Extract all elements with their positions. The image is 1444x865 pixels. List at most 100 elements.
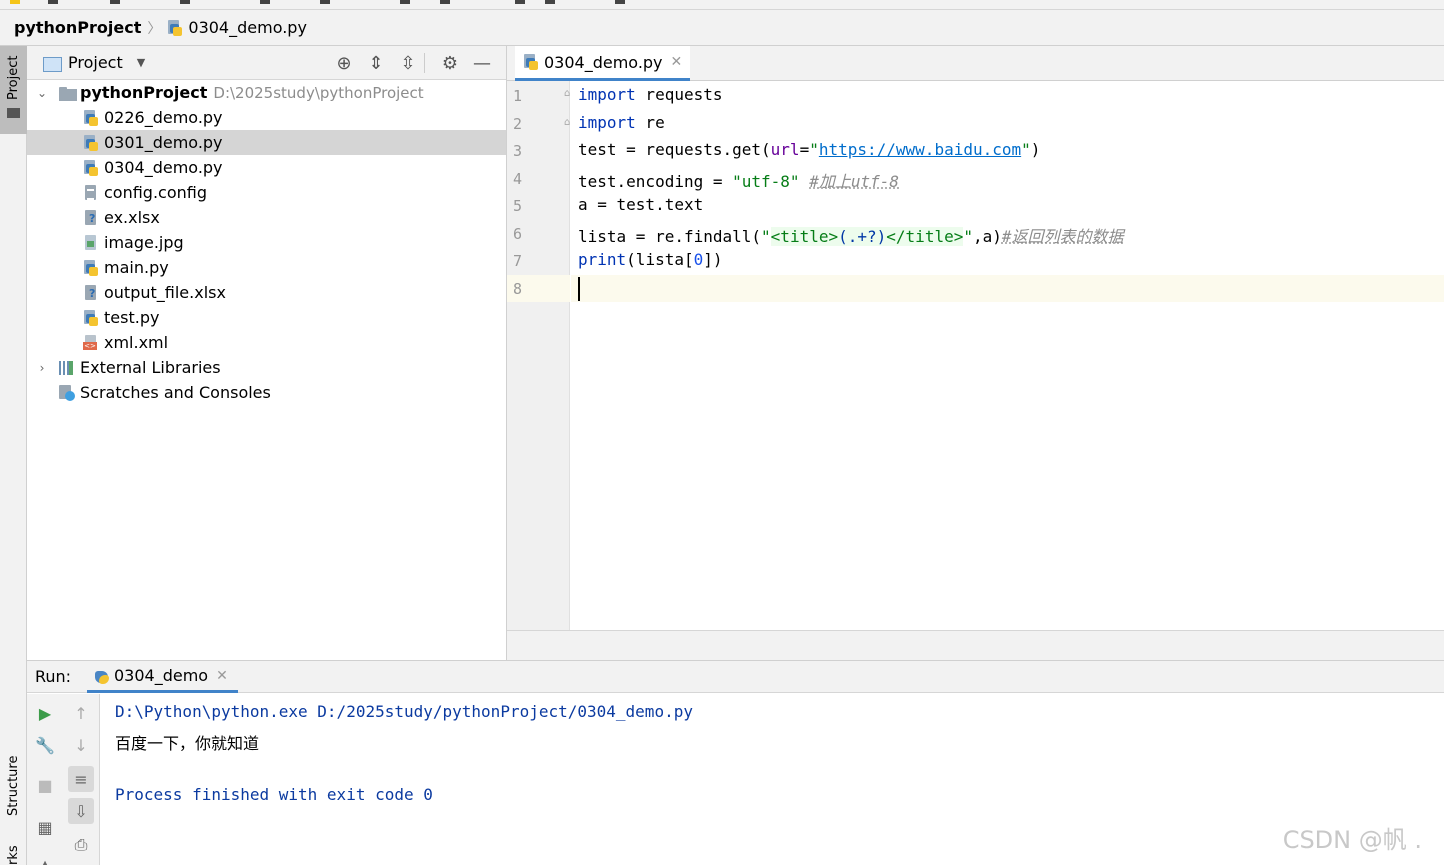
console-line: 百度一下，你就知道 <box>115 734 260 753</box>
project-tool-tab[interactable]: Project <box>0 46 27 134</box>
line-number: 6 <box>513 225 523 243</box>
chevron-down-icon: ▼ <box>136 56 146 69</box>
run-toolbar-primary: ▶ 🔧 ■ ▦ ▲ <box>27 694 63 865</box>
tree-scratches[interactable]: Scratches and Consoles <box>27 380 506 405</box>
stop-icon[interactable]: ■ <box>32 772 58 798</box>
tree-file-label: config.config <box>104 183 208 202</box>
layout-icon[interactable]: ▦ <box>32 814 58 840</box>
locate-file-icon[interactable]: ⊕ <box>328 53 360 74</box>
soft-wrap-icon[interactable]: ≡ <box>68 766 94 792</box>
tree-file-label: 0226_demo.py <box>104 108 223 127</box>
structure-tool-label: Structure <box>6 755 21 816</box>
line-number: 8 <box>513 280 523 298</box>
folder-icon <box>59 85 77 101</box>
scratches-label: Scratches and Consoles <box>80 383 271 402</box>
breadcrumb-file[interactable]: 0304_demo.py <box>167 18 307 37</box>
tree-file-row[interactable]: output_file.xlsx <box>27 280 506 305</box>
tree-file-label: xml.xml <box>104 333 169 352</box>
tree-file-label: test.py <box>104 308 160 327</box>
code-line-6: lista = re.findall("<title>(.+?)</title>… <box>578 227 1124 246</box>
expand-all-icon[interactable]: ⇕ <box>360 53 392 74</box>
code-url-link[interactable]: https://www.baidu.com <box>819 140 1021 159</box>
line-number: 7 <box>513 252 523 270</box>
code-line-5: a = test.text <box>578 195 704 214</box>
text-caret <box>578 277 580 301</box>
gear-icon[interactable]: ⚙ <box>434 53 466 74</box>
python-file-icon <box>83 309 99 326</box>
pin-icon[interactable]: ▲ <box>32 852 58 865</box>
code-line-7: print(lista[0]) <box>578 250 723 269</box>
tree-file-row[interactable]: 0304_demo.py <box>27 155 506 180</box>
run-toolbar-secondary: ↑ ↓ ≡ ⇩ ⎙ <box>63 694 100 865</box>
python-file-icon <box>83 159 99 176</box>
tree-file-row[interactable]: 0226_demo.py <box>27 105 506 130</box>
tree-file-label: 0301_demo.py <box>104 133 223 152</box>
collapse-all-icon[interactable]: ⇳ <box>392 53 424 74</box>
python-file-icon <box>83 109 99 126</box>
folder-icon <box>7 108 20 118</box>
chevron-down-icon[interactable]: ⌄ <box>35 86 49 100</box>
hide-icon[interactable]: — <box>466 53 498 74</box>
tree-root-row[interactable]: ⌄ pythonProject D:\2025study\pythonProje… <box>27 80 506 105</box>
breadcrumb-file-label: 0304_demo.py <box>188 18 307 37</box>
fold-marker-icon[interactable]: ⌂ <box>564 88 570 99</box>
editor-tab-0304-demo[interactable]: 0304_demo.py ✕ <box>515 46 691 81</box>
image-file-icon <box>83 234 99 251</box>
toolbar-divider <box>424 53 434 73</box>
tree-root-name: pythonProject <box>80 83 208 102</box>
left-tool-strip: Project Structure rks <box>0 46 27 865</box>
project-panel-title: Project <box>68 53 123 72</box>
code-line-3: test = requests.get(url="https://www.bai… <box>578 140 1041 159</box>
project-panel-header: Project ▼ ⊕ ⇕ ⇳ ⚙ — <box>27 46 506 80</box>
run-panel-header: Run: 0304_demo ✕ <box>27 661 1444 693</box>
tree-file-row[interactable]: xml.xml <box>27 330 506 355</box>
tree-file-row[interactable]: config.config <box>27 180 506 205</box>
bookmarks-tool-tab[interactable]: rks <box>0 841 27 865</box>
tree-external-libraries[interactable]: › External Libraries <box>27 355 506 380</box>
close-icon[interactable]: ✕ <box>216 668 228 684</box>
tree-file-label: output_file.xlsx <box>104 283 226 302</box>
project-view-icon <box>43 55 62 72</box>
fold-marker-icon[interactable]: ⌂ <box>564 117 570 128</box>
console-line: D:\Python\python.exe D:/2025study/python… <box>115 702 693 721</box>
library-icon <box>59 360 75 376</box>
python-file-icon <box>523 54 539 70</box>
wrench-icon[interactable]: 🔧 <box>32 732 58 758</box>
tree-file-row[interactable]: 0301_demo.py <box>27 130 506 155</box>
project-tool-label: Project <box>6 55 21 100</box>
arrow-down-icon[interactable]: ↓ <box>68 732 94 758</box>
run-panel: Run: 0304_demo ✕ ▶ 🔧 ■ ▦ ▲ ↑ ↓ ≡ ⇩ ⎙ D:\… <box>27 660 1444 865</box>
tree-file-row[interactable]: main.py <box>27 255 506 280</box>
watermark: CSDN @帆 . <box>1282 826 1422 854</box>
text-file-icon <box>83 184 99 201</box>
external-libraries-label: External Libraries <box>80 358 221 377</box>
code-area[interactable]: import requests import re test = request… <box>571 81 1444 630</box>
project-panel: Project ▼ ⊕ ⇕ ⇳ ⚙ — ⌄ pythonProject D:\2… <box>27 46 507 660</box>
structure-tool-tab[interactable]: Structure <box>0 736 27 826</box>
close-icon[interactable]: ✕ <box>671 54 683 70</box>
console-output[interactable]: D:\Python\python.exe D:/2025study/python… <box>115 694 1435 865</box>
editor-tab-label: 0304_demo.py <box>544 52 663 72</box>
line-number: 1 <box>513 87 523 105</box>
scroll-to-end-icon[interactable]: ⇩ <box>68 798 94 824</box>
chevron-right-icon[interactable]: › <box>35 361 49 375</box>
rerun-icon[interactable]: ▶ <box>32 700 58 726</box>
breadcrumb-project[interactable]: pythonProject <box>14 18 141 37</box>
title-bar <box>0 0 1444 10</box>
line-number-gutter: 1 2 3 4 5 6 7 8 ⌂ ⌂ <box>507 81 570 630</box>
line-number: 5 <box>513 197 523 215</box>
editor-tab-bar: 0304_demo.py ✕ <box>507 46 1444 81</box>
line-number: 3 <box>513 142 523 160</box>
line-number: 2 <box>513 115 523 133</box>
project-view-selector[interactable]: Project ▼ <box>43 53 145 72</box>
code-editor: 0304_demo.py ✕ 1 2 3 4 5 6 7 8 ⌂ ⌂ impor… <box>507 46 1444 660</box>
run-tab-0304-demo[interactable]: 0304_demo ✕ <box>87 661 238 693</box>
tree-file-label: main.py <box>104 258 169 277</box>
arrow-up-icon[interactable]: ↑ <box>68 700 94 726</box>
run-label: Run: <box>35 667 72 686</box>
tree-file-row[interactable]: ex.xlsx <box>27 205 506 230</box>
code-line-4: test.encoding = "utf-8" #加上utf-8 <box>578 172 900 191</box>
print-icon[interactable]: ⎙ <box>68 832 94 858</box>
tree-file-row[interactable]: test.py <box>27 305 506 330</box>
tree-file-row[interactable]: image.jpg <box>27 230 506 255</box>
